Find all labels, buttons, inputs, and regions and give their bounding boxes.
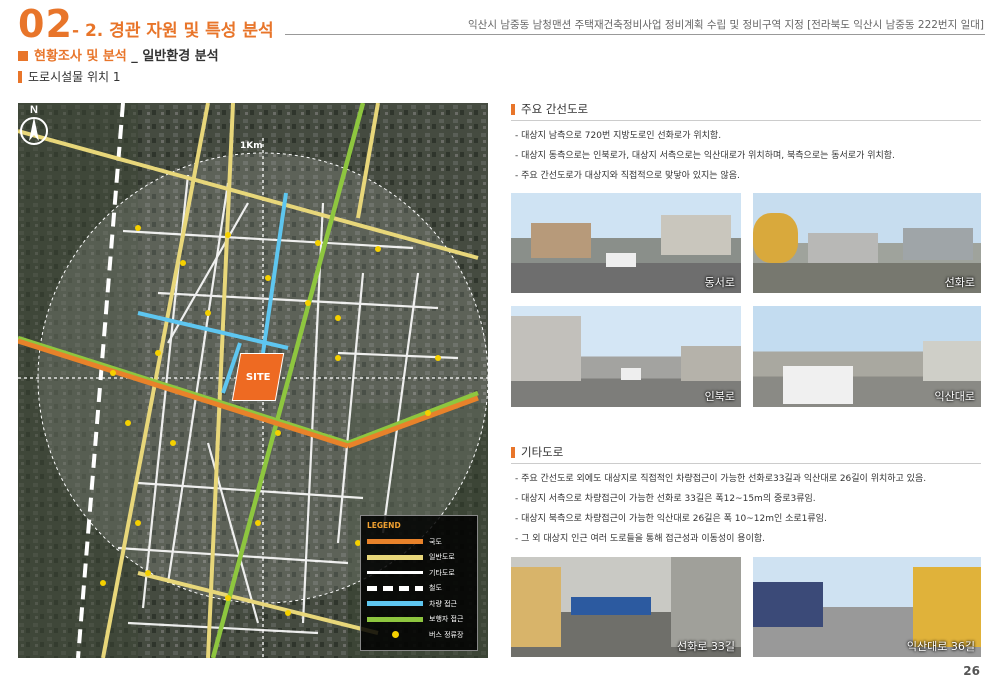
other-roads-title: 기타도로 bbox=[521, 445, 564, 459]
photo-caption: 익산대로 bbox=[934, 390, 975, 403]
photo-caption: 선화로 33길 bbox=[677, 640, 735, 653]
bar-bullet-icon bbox=[511, 104, 515, 115]
main-roads-bullets: - 대상지 남측으로 720번 지방도로인 선화로가 위치함. - 대상지 동측… bbox=[515, 126, 895, 186]
legend-title: LEGEND bbox=[367, 521, 401, 530]
subheader-sep: _ bbox=[126, 49, 143, 64]
header-divider bbox=[285, 34, 985, 35]
site-label: SITE bbox=[245, 371, 271, 383]
legend-label: 버스 정류장 bbox=[429, 630, 464, 639]
subheader-part-a: 현황조사 및 분석 bbox=[34, 49, 127, 64]
chapter-number: 02 bbox=[18, 2, 73, 46]
bar-bullet-icon bbox=[511, 447, 515, 458]
aerial-map: N 1Km SITE LEGEND 국도 일반도로 기타도로 철도 차량 접근 … bbox=[18, 103, 488, 658]
photo-dongseoro: 동서로 bbox=[511, 193, 741, 293]
photo-inbukro: 인북로 bbox=[511, 306, 741, 407]
photo-caption: 인북로 bbox=[704, 390, 735, 403]
photo-caption: 익산대로 36길 bbox=[906, 640, 975, 653]
photo-seonhwaro: 선화로 bbox=[753, 193, 981, 293]
bullet-text: - 대상지 동측으로는 인북로가, 대상지 서측으로는 익산대로가 위치하며, … bbox=[515, 151, 895, 161]
section-label-text: 도로시설물 위치 1 bbox=[28, 70, 121, 84]
legend-item: 국도 bbox=[367, 534, 471, 550]
chapter-title: - 2. 경관 자원 및 특성 분석 bbox=[72, 21, 274, 41]
other-roads-bullets: - 주요 간선도로 외에도 대상지로 직접적인 차량접근이 가능한 선화로33길… bbox=[515, 469, 926, 549]
photo-seonhwaro-33gil: 선화로 33길 bbox=[511, 557, 741, 657]
legend-label: 철도 bbox=[429, 584, 442, 593]
main-roads-title: 주요 간선도로 bbox=[521, 102, 589, 116]
legend-label: 일반도로 bbox=[429, 553, 455, 562]
square-bullet-icon bbox=[18, 51, 28, 61]
section-divider bbox=[511, 463, 981, 464]
bullet-text: - 대상지 북측으로 차량접근이 가능한 익산대로 26길은 폭 10~12m인… bbox=[515, 514, 827, 524]
railway-swatch bbox=[367, 585, 423, 591]
legend-item: 차량 접근 bbox=[367, 596, 471, 612]
north-arrow-icon: N bbox=[20, 104, 48, 145]
section-label: 도로시설물 위치 1 bbox=[18, 68, 121, 85]
bullet-text: - 대상지 서측으로 차량접근이 가능한 선화로 33길은 폭12~15m의 중… bbox=[515, 494, 816, 504]
map-legend: LEGEND 국도 일반도로 기타도로 철도 차량 접근 보행자 접근 버스 정… bbox=[360, 515, 478, 651]
subheader: 현황조사 및 분석 _ 일반환경 분석 bbox=[18, 45, 219, 64]
legend-item: 기타도로 bbox=[367, 565, 471, 581]
legend-label: 국도 bbox=[429, 537, 442, 546]
photo-caption: 선화로 bbox=[944, 276, 975, 289]
legend-label: 보행자 접근 bbox=[429, 615, 464, 624]
main-roads-heading: 주요 간선도로 bbox=[511, 101, 588, 117]
pedestrian-access-swatch bbox=[367, 616, 423, 622]
bullet-text: - 주요 간선도로가 대상지와 직접적으로 맞닿아 있지는 않음. bbox=[515, 171, 740, 181]
project-title: 익산시 남중동 남청맨션 주택재건축정비사업 정비계획 수립 및 정비구역 지정… bbox=[468, 19, 984, 31]
car-access-swatch bbox=[367, 601, 423, 607]
other-road-swatch bbox=[367, 571, 423, 575]
site-marker: SITE bbox=[231, 353, 285, 401]
legend-item: 버스 정류장 bbox=[367, 627, 471, 643]
bar-bullet-icon bbox=[18, 71, 22, 83]
photo-caption: 동서로 bbox=[704, 276, 735, 289]
photo-iksandaero: 익산대로 bbox=[753, 306, 981, 407]
legend-item: 철도 bbox=[367, 581, 471, 597]
scale-label: 1Km bbox=[240, 141, 263, 151]
bullet-text: - 그 외 대상지 인근 여러 도로들을 통해 접근성과 이동성이 용이함. bbox=[515, 534, 765, 544]
subheader-part-b: 일반환경 분석 bbox=[142, 49, 219, 64]
legend-label: 기타도로 bbox=[429, 568, 455, 577]
legend-item: 보행자 접근 bbox=[367, 612, 471, 628]
bus-stop-swatch bbox=[367, 631, 423, 639]
bullet-text: - 대상지 남측으로 720번 지방도로인 선화로가 위치함. bbox=[515, 131, 722, 141]
other-roads-heading: 기타도로 bbox=[511, 444, 563, 460]
svg-text:N: N bbox=[30, 104, 38, 116]
page-number: 26 bbox=[963, 664, 980, 678]
legend-label: 차량 접근 bbox=[429, 599, 457, 608]
general-road-swatch bbox=[367, 554, 423, 560]
bullet-text: - 주요 간선도로 외에도 대상지로 직접적인 차량접근이 가능한 선화로33길… bbox=[515, 474, 927, 484]
legend-item: 일반도로 bbox=[367, 550, 471, 566]
photo-iksandaero-36gil: 익산대로 36길 bbox=[753, 557, 981, 657]
section-divider bbox=[511, 120, 981, 121]
national-road-swatch bbox=[367, 539, 423, 545]
